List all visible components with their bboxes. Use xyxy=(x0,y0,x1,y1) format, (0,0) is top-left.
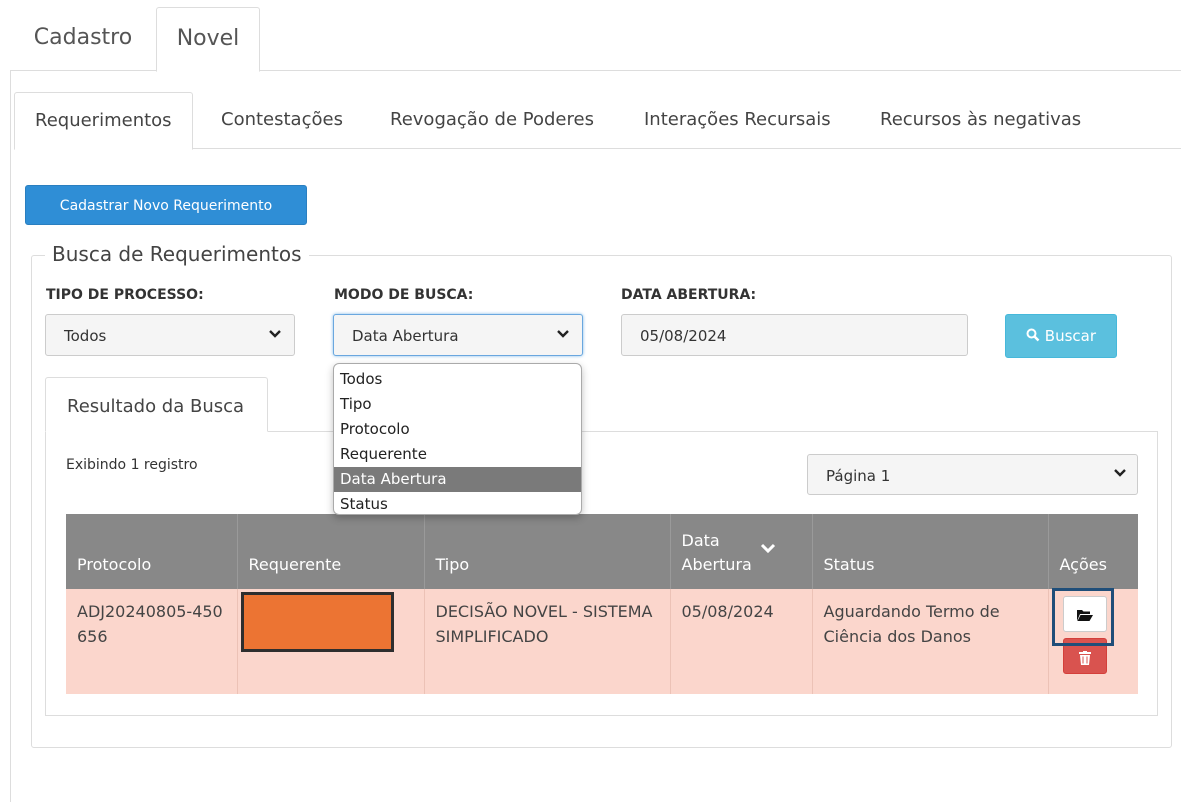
buscar-button[interactable]: Buscar xyxy=(1005,314,1117,358)
table-header-row: Protocolo Requerente Tipo Data Abertura … xyxy=(66,514,1138,589)
tab-interacoes-recursais[interactable]: Interações Recursais xyxy=(644,92,831,149)
data-abertura-label: DATA ABERTURA: xyxy=(621,287,757,303)
trash-icon xyxy=(1078,650,1091,669)
col-requerente[interactable]: Requerente xyxy=(237,514,425,589)
tab-revogacao-de-poderes[interactable]: Revogação de Poderes xyxy=(390,92,594,149)
col-protocolo[interactable]: Protocolo xyxy=(66,514,238,589)
option-tipo[interactable]: Tipo xyxy=(334,392,581,417)
page-value: Página 1 xyxy=(826,467,891,485)
buscar-label: Buscar xyxy=(1044,327,1096,345)
chevron-down-icon xyxy=(556,327,570,345)
search-legend: Busca de Requerimentos xyxy=(45,242,309,266)
cell-tipo: DECISÃO NOVEL - SISTEMA SIMPLIFICADO xyxy=(424,589,671,694)
search-icon xyxy=(1026,327,1045,345)
focus-highlight xyxy=(1052,588,1114,646)
chevron-down-icon xyxy=(1113,466,1127,484)
data-abertura-input[interactable]: 05/08/2024 xyxy=(621,314,968,356)
cell-protocolo: ADJ20240805-450656 xyxy=(66,589,238,694)
top-tabs: Cadastro Novel xyxy=(10,7,1181,72)
tipo-processo-value: Todos xyxy=(64,327,107,345)
new-requerimento-button[interactable]: Cadastrar Novo Requerimento xyxy=(25,185,307,225)
data-abertura-value: 05/08/2024 xyxy=(640,327,727,345)
cell-requerente xyxy=(237,589,425,694)
tab-requerimentos[interactable]: Requerimentos xyxy=(14,92,193,150)
sub-tabs: Requerimentos Contestações Revogação de … xyxy=(14,92,1181,150)
option-data-abertura[interactable]: Data Abertura xyxy=(334,467,581,492)
tab-novel[interactable]: Novel xyxy=(156,7,260,72)
tipo-processo-select[interactable]: Todos xyxy=(45,314,295,356)
tipo-processo-label: TIPO DE PROCESSO: xyxy=(46,287,204,303)
option-protocolo[interactable]: Protocolo xyxy=(334,417,581,442)
modo-busca-value: Data Abertura xyxy=(352,327,459,345)
modo-busca-select[interactable]: Data Abertura xyxy=(333,314,583,356)
col-data-abertura-label: Data Abertura xyxy=(681,531,752,574)
tab-recursos-as-negativas[interactable]: Recursos às negativas xyxy=(880,92,1081,149)
tab-contestacoes[interactable]: Contestações xyxy=(221,92,343,149)
cell-status: Aguardando Termo de Ciência dos Danos xyxy=(812,589,1049,694)
modo-busca-label: MODO DE BUSCA: xyxy=(334,287,474,303)
option-status[interactable]: Status xyxy=(334,492,581,514)
tab-cadastro[interactable]: Cadastro xyxy=(10,7,156,71)
tab-resultado-da-busca[interactable]: Resultado da Busca xyxy=(45,377,268,432)
modo-busca-dropdown: Todos Tipo Protocolo Requerente Data Abe… xyxy=(333,363,582,515)
option-todos[interactable]: Todos xyxy=(334,367,581,392)
col-status[interactable]: Status xyxy=(812,514,1049,589)
results-table: Protocolo Requerente Tipo Data Abertura … xyxy=(66,514,1138,694)
col-data-abertura[interactable]: Data Abertura xyxy=(670,514,813,589)
chevron-down-icon xyxy=(268,327,282,345)
col-tipo[interactable]: Tipo xyxy=(424,514,671,589)
record-count: Exibindo 1 registro xyxy=(66,457,198,473)
col-acoes: Ações xyxy=(1048,514,1138,589)
table-row: ADJ20240805-450656 DECISÃO NOVEL - SISTE… xyxy=(66,589,1138,694)
page-select[interactable]: Página 1 xyxy=(807,454,1138,495)
redacted-block xyxy=(240,592,394,652)
option-requerente[interactable]: Requerente xyxy=(334,442,581,467)
cell-data-abertura: 05/08/2024 xyxy=(670,589,813,694)
